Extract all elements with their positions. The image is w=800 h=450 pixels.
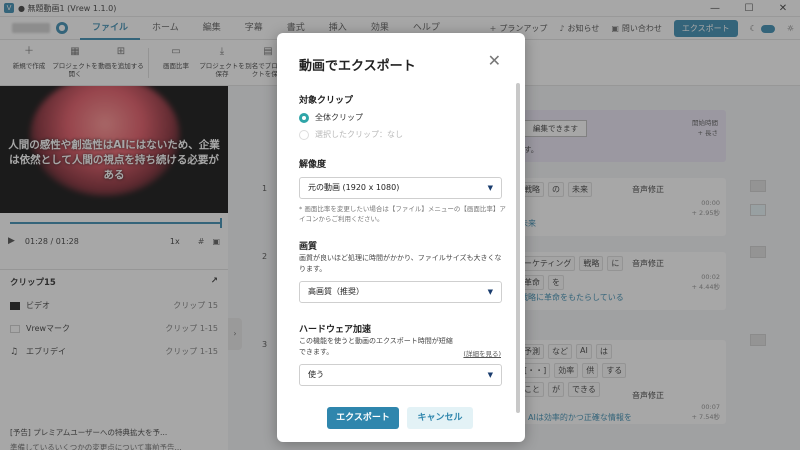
export-dialog: 動画でエクスポート ✕ 対象クリップ 全体クリップ 選択したクリップ：なし 解像… bbox=[277, 33, 525, 442]
dropdown-arrow-icon: ▼ bbox=[487, 184, 493, 192]
resolution-label: 解像度 bbox=[299, 160, 327, 170]
dialog-scrollbar[interactable] bbox=[516, 83, 520, 413]
radio-unselected-icon bbox=[299, 129, 309, 140]
quality-select[interactable]: 高画質（推奨） ▼ bbox=[299, 281, 502, 303]
details-link[interactable]: (詳細を見る) bbox=[463, 348, 501, 358]
close-icon[interactable]: ✕ bbox=[488, 53, 501, 69]
dropdown-arrow-icon: ▼ bbox=[487, 288, 493, 296]
dropdown-arrow-icon: ▼ bbox=[487, 371, 493, 379]
cancel-button[interactable]: キャンセル bbox=[407, 407, 473, 429]
hardware-accel-select[interactable]: 使う ▼ bbox=[299, 364, 502, 386]
radio-selected-clips[interactable]: 選択したクリップ：なし bbox=[299, 129, 403, 140]
dialog-title: 動画でエクスポート bbox=[299, 59, 416, 74]
radio-all-clips[interactable]: 全体クリップ bbox=[299, 112, 363, 123]
quality-description: 画質が良いほど処理に時間がかかり、ファイルサイズも大きくなります。 bbox=[299, 254, 502, 273]
resolution-note: * 画面比率を変更したい場合は【ファイル】メニューの【画面比率】アイコンからご利… bbox=[299, 205, 506, 223]
quality-label: 画質 bbox=[299, 242, 318, 252]
hardware-accel-description: この機能を使うと動画のエクスポート時間が短縮できます。 bbox=[299, 337, 453, 356]
target-clip-label: 対象クリップ bbox=[299, 96, 354, 106]
resolution-select[interactable]: 元の動画 (1920 x 1080) ▼ bbox=[299, 177, 502, 199]
radio-selected-icon bbox=[299, 112, 309, 123]
export-button[interactable]: エクスポート bbox=[327, 407, 399, 429]
hardware-accel-label: ハードウェア加速 bbox=[299, 325, 372, 335]
